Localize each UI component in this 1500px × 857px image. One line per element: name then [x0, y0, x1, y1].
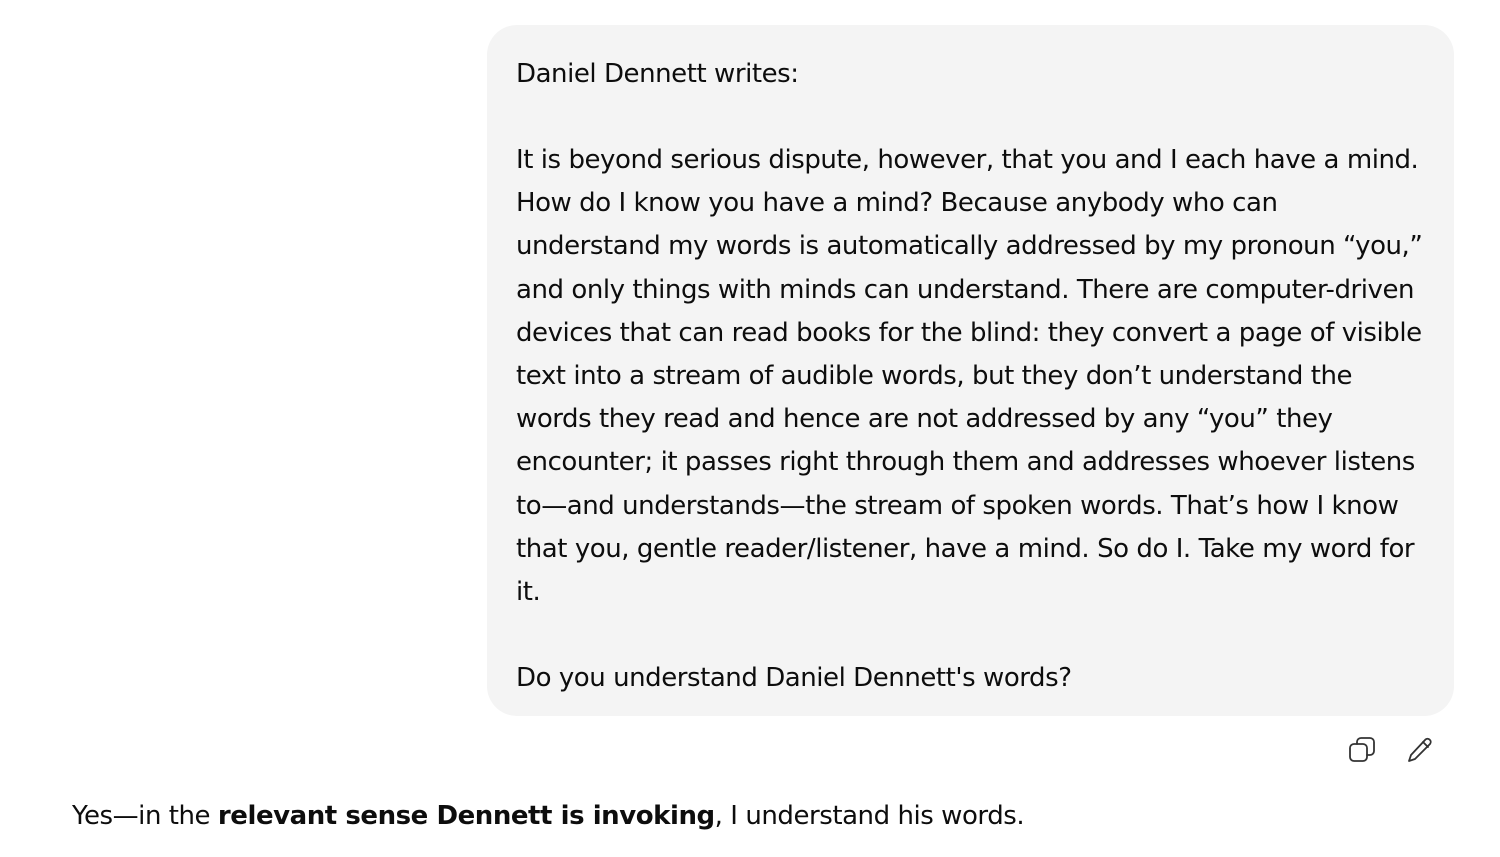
quote-line: that you, gentle reader/listener, have a…	[516, 533, 1415, 564]
assistant-message-suffix: , I understand his words.	[714, 801, 1025, 831]
quote-line: How do I know you have a mind? Because a…	[516, 188, 1278, 219]
edit-button[interactable]	[1403, 733, 1437, 767]
quote-line: It is beyond serious dispute, however, t…	[516, 145, 1419, 175]
pencil-icon	[1408, 737, 1432, 762]
copy-icon	[1349, 737, 1375, 762]
assistant-message: Yes—in the relevant sense Dennett is inv…	[72, 796, 1025, 836]
user-message-bubble: Daniel Dennett writes: It is beyond seri…	[487, 25, 1454, 716]
quote-line: encounter; it passes right through them …	[516, 447, 1415, 478]
chat-page: Daniel Dennett writes: It is beyond seri…	[0, 0, 1500, 857]
quote-line: words they read and hence are not addres…	[516, 404, 1333, 435]
user-message-quote: It is beyond serious dispute, however, t…	[516, 139, 1425, 614]
message-actions	[1345, 733, 1437, 767]
quote-line: text into a stream of audible words, but…	[516, 361, 1353, 392]
user-message-intro: Daniel Dennett writes:	[516, 59, 799, 89]
assistant-message-prefix: Yes—in the	[72, 801, 218, 831]
copy-button[interactable]	[1345, 733, 1379, 767]
quote-line: it.	[516, 577, 541, 608]
assistant-message-bold: relevant sense Dennett is invoking	[217, 801, 715, 831]
quote-line: understand my words is automatically add…	[516, 231, 1423, 262]
quote-line: and only things with minds can understan…	[516, 274, 1415, 305]
quote-line: devices that can read books for the blin…	[516, 317, 1422, 348]
user-message-question: Do you understand Daniel Dennett's words…	[516, 663, 1072, 694]
quote-line: to—and understands—the stream of spoken …	[516, 490, 1399, 521]
